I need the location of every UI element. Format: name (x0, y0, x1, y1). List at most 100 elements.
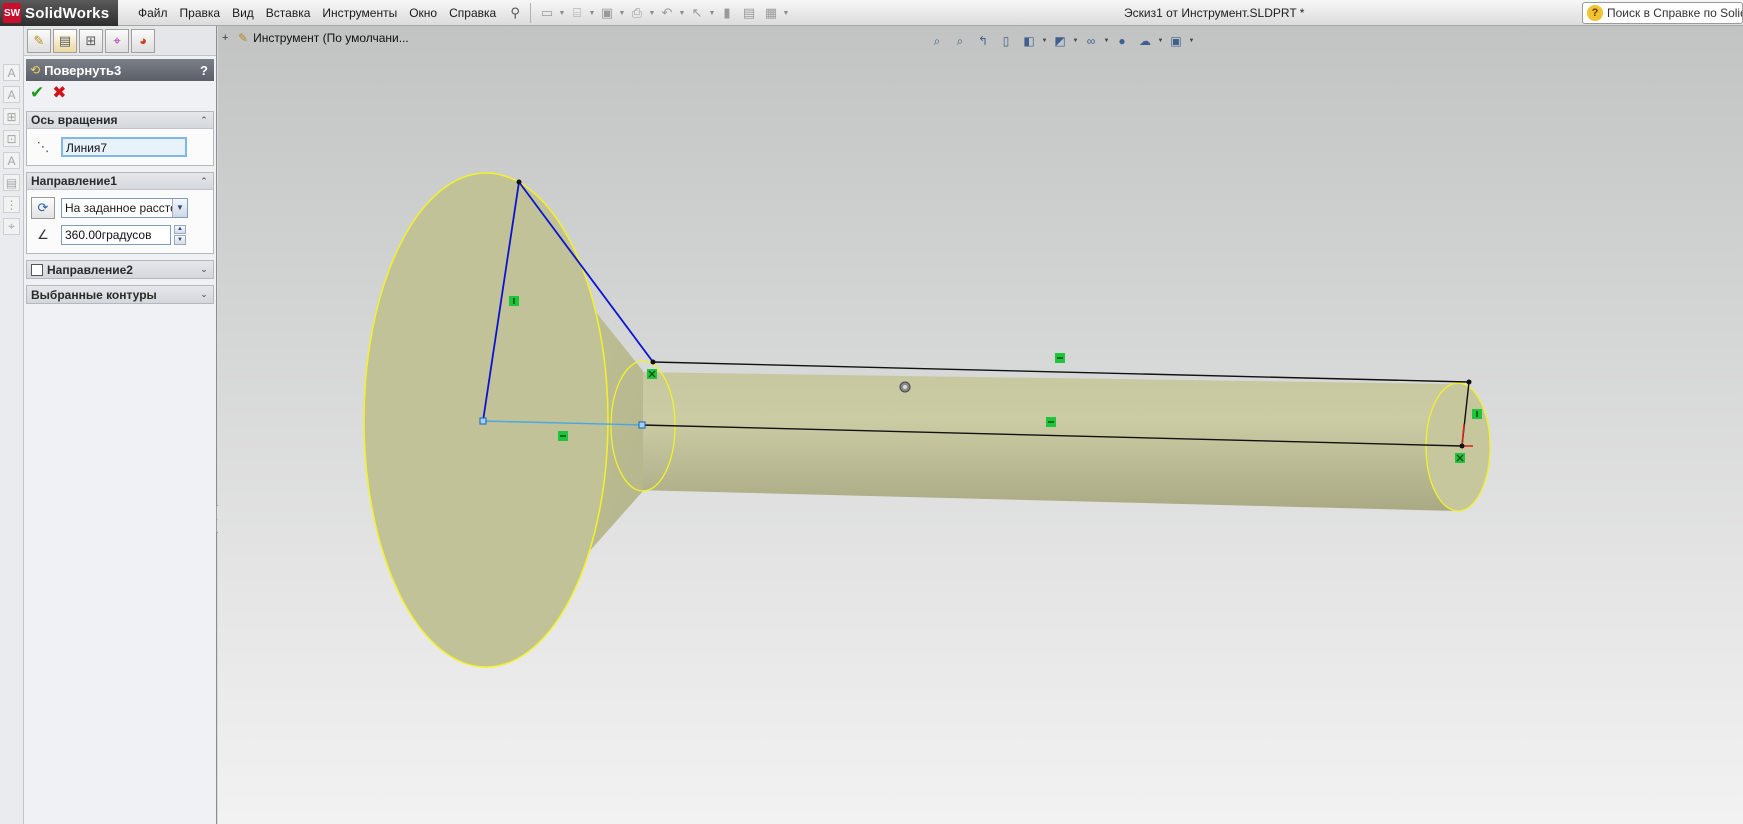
ok-check-icon[interactable]: ✔ (30, 83, 44, 103)
direction2-group-header[interactable]: Направление2 ⌄ (27, 261, 213, 278)
menu-edit[interactable]: Правка (174, 6, 227, 20)
strip-tool-icon[interactable]: ⌖ (3, 218, 20, 235)
save-dropdown-icon[interactable]: ▼ (618, 10, 626, 17)
previous-view-icon[interactable]: ↰ (972, 31, 994, 51)
save-icon[interactable]: ▣ (596, 3, 618, 23)
strip-tool-icon[interactable]: A (3, 64, 20, 81)
strip-tool-icon[interactable]: ⋮ (3, 196, 20, 213)
new-dropdown-icon[interactable]: ▼ (558, 10, 566, 17)
print-icon[interactable]: ⎙ (626, 3, 648, 23)
sketch-point[interactable] (638, 421, 646, 429)
manager-tabs: ✎ ▤ ⊞ ⌖ ◕ (24, 26, 216, 56)
sketch-point[interactable] (1459, 443, 1465, 449)
action-buttons: ✔ ✖ (24, 81, 216, 105)
menu-help[interactable]: Справка (443, 6, 502, 20)
direction1-group-header[interactable]: Направление1 ⌃ (27, 173, 213, 190)
strip-tool-icon[interactable]: ⊞ (3, 108, 20, 125)
display-manager-tab[interactable]: ◕ (131, 28, 155, 53)
end-condition-value: На заданное расстояние (65, 200, 172, 215)
menu-insert[interactable]: Вставка (260, 6, 317, 20)
sketch-point[interactable] (479, 417, 487, 425)
chevron-down-icon[interactable]: ⌄ (197, 264, 211, 275)
menu-view[interactable]: Вид (226, 6, 260, 20)
view-orientation-icon[interactable]: ◧ (1018, 31, 1040, 51)
chevron-up-icon[interactable]: ⌃ (197, 176, 211, 187)
rebuild-icon[interactable]: ▮ (716, 3, 738, 23)
sketch-point[interactable] (516, 179, 522, 185)
pin-icon[interactable]: ⚲ (506, 4, 524, 22)
strip-tool-icon[interactable]: A (3, 86, 20, 103)
select-icon[interactable]: ↖ (686, 3, 708, 23)
shaft-end-face[interactable] (1425, 382, 1491, 512)
chevron-down-icon[interactable]: ▼ (172, 198, 187, 217)
direction2-checkbox[interactable] (31, 263, 43, 276)
display-style-dropdown-icon[interactable]: ▼ (1072, 38, 1079, 44)
view-settings-icon[interactable]: ▣ (1165, 31, 1187, 51)
sketch-point[interactable] (650, 359, 656, 365)
relation-coincident-icon[interactable] (1455, 453, 1465, 463)
relation-vertical-icon[interactable] (1472, 409, 1482, 419)
end-condition-select[interactable]: На заданное расстояние ▼ (61, 197, 188, 218)
rotate-cursor-icon (899, 381, 911, 393)
undo-icon[interactable]: ↶ (656, 3, 678, 23)
relation-vertical-icon[interactable] (509, 296, 519, 306)
axis-selection-field[interactable]: Линия7 (61, 136, 187, 157)
menu-file[interactable]: Файл (132, 6, 174, 20)
help-search-box[interactable]: ? Поиск в Справке по SolidWorks (1582, 2, 1743, 24)
property-manager-tab[interactable]: ▤ (53, 28, 77, 53)
sketch-point[interactable] (1466, 379, 1472, 385)
strip-tool-icon[interactable]: ⊡ (3, 130, 20, 147)
options-dropdown-icon[interactable]: ▼ (782, 10, 790, 17)
cancel-x-icon[interactable]: ✖ (52, 83, 66, 103)
print-dropdown-icon[interactable]: ▼ (648, 10, 656, 17)
options-icon[interactable]: ▦ (760, 3, 782, 23)
property-manager: ✎ ▤ ⊞ ⌖ ◕ ⟲ Повернуть3 ? ✔ ✖ Ось вращени… (24, 26, 217, 824)
help-button[interactable]: ? (196, 63, 212, 78)
file-properties-icon[interactable]: ▤ (738, 3, 760, 23)
configuration-manager-tab[interactable]: ⊞ (79, 28, 103, 53)
relation-horizontal-icon[interactable] (558, 431, 568, 441)
new-icon[interactable]: ▭ (536, 3, 558, 23)
app-logo[interactable]: SW SolidWorks (0, 0, 118, 26)
chevron-down-icon[interactable]: ⌄ (197, 289, 211, 300)
title-bar: SW SolidWorks Файл Правка Вид Вставка Ин… (0, 0, 1743, 26)
zoom-to-fit-icon[interactable]: ⌕ (926, 31, 948, 51)
spin-down-icon[interactable]: ▼ (174, 235, 186, 245)
reverse-direction-icon[interactable]: ⟳ (31, 196, 55, 219)
open-icon[interactable]: ⌸ (566, 3, 588, 23)
hide-show-dropdown-icon[interactable]: ▼ (1103, 38, 1110, 44)
relation-horizontal-icon[interactable] (1046, 417, 1056, 427)
section-view-icon[interactable]: ▯ (995, 31, 1017, 51)
menu-window[interactable]: Окно (403, 6, 443, 20)
view-settings-dropdown-icon[interactable]: ▼ (1188, 38, 1195, 44)
hide-show-items-icon[interactable]: ∞ (1080, 31, 1102, 51)
apply-scene-dropdown-icon[interactable]: ▼ (1157, 38, 1164, 44)
part-icon: ✎ (238, 31, 249, 45)
apply-scene-icon[interactable]: ☁ (1134, 31, 1156, 51)
spin-up-icon[interactable]: ▲ (174, 224, 186, 234)
zoom-to-area-icon[interactable]: ⌕ (949, 31, 971, 51)
dimxpert-tab[interactable]: ⌖ (105, 28, 129, 53)
menu-tools[interactable]: Инструменты (316, 6, 403, 20)
graphics-area[interactable]: + ✎ Инструмент (По умолчани... ⌕ ⌕ ↰ ▯ ◧… (218, 26, 1743, 824)
feature-tree-flyout[interactable]: + ✎ Инструмент (По умолчани... (222, 30, 409, 46)
help-search-input[interactable]: Поиск в Справке по SolidWorks (1607, 6, 1742, 20)
relation-coincident-icon[interactable] (647, 369, 657, 379)
strip-tool-icon[interactable]: A (3, 152, 20, 169)
edit-appearance-icon[interactable]: ● (1111, 31, 1133, 51)
undo-dropdown-icon[interactable]: ▼ (678, 10, 686, 17)
app-name: SolidWorks (25, 4, 110, 22)
view-orientation-dropdown-icon[interactable]: ▼ (1041, 38, 1048, 44)
angle-input[interactable]: 360.00градусов (61, 224, 171, 245)
expand-plus-icon[interactable]: + (222, 32, 232, 44)
display-style-icon[interactable]: ◩ (1049, 31, 1071, 51)
relation-horizontal-icon[interactable] (1055, 353, 1065, 363)
contours-group-header[interactable]: Выбранные контуры ⌄ (27, 286, 213, 303)
open-dropdown-icon[interactable]: ▼ (588, 10, 596, 17)
feature-manager-tab[interactable]: ✎ (27, 28, 51, 53)
strip-tool-icon[interactable]: ▤ (3, 174, 20, 191)
axis-line-icon: ⋱ (36, 138, 50, 154)
chevron-up-icon[interactable]: ⌃ (197, 115, 211, 126)
select-dropdown-icon[interactable]: ▼ (708, 10, 716, 17)
axis-group-header[interactable]: Ось вращения ⌃ (27, 112, 213, 129)
